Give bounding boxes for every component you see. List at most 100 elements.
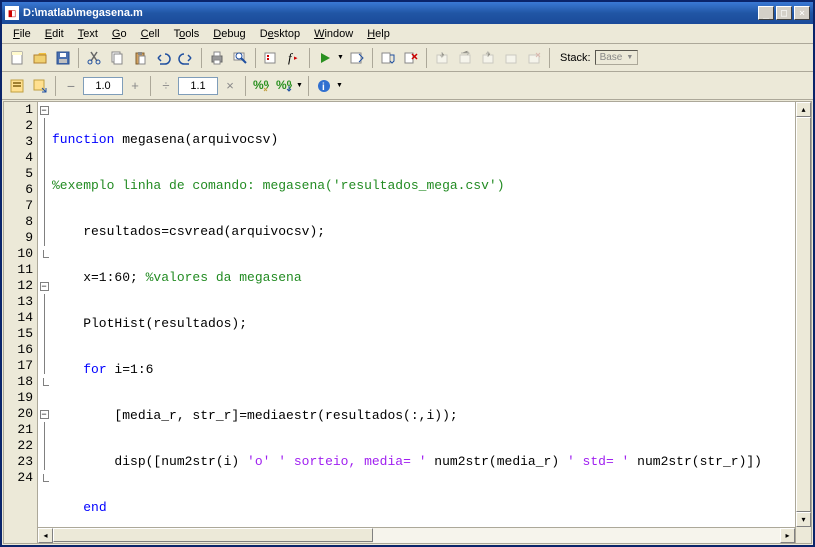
open-file-button[interactable] bbox=[29, 47, 51, 69]
toolbar-cell: − + ÷ × %% %% ▼ i ▼ bbox=[2, 72, 813, 100]
run-dropdown-icon[interactable]: ▼ bbox=[337, 54, 345, 61]
line-number[interactable]: 24 bbox=[4, 470, 33, 486]
save-file-button[interactable] bbox=[52, 47, 74, 69]
menu-text[interactable]: Text bbox=[71, 26, 105, 42]
line-number[interactable]: 21 bbox=[4, 422, 33, 438]
horizontal-scrollbar[interactable]: ◂ ▸ bbox=[38, 527, 795, 543]
menubar: File Edit Text Go Cell Tools Debug Deskt… bbox=[2, 24, 813, 44]
scroll-track[interactable] bbox=[373, 528, 780, 543]
step-button[interactable] bbox=[377, 47, 399, 69]
insert-text-markup-button[interactable]: %% bbox=[273, 75, 295, 97]
toolbar-separator bbox=[549, 48, 550, 68]
stack-selector[interactable]: Base▼ bbox=[595, 50, 639, 65]
line-number[interactable]: 20 bbox=[4, 406, 33, 422]
line-number[interactable]: 2 bbox=[4, 118, 33, 134]
markup-dropdown-icon[interactable]: ▼ bbox=[296, 82, 304, 89]
scroll-right-icon[interactable]: ▸ bbox=[780, 528, 795, 543]
line-number[interactable]: 12 bbox=[4, 278, 33, 294]
titlebar[interactable]: ◧ D:\matlab\megasena.m _ □ × bbox=[2, 2, 813, 24]
toolbar-separator bbox=[308, 76, 309, 96]
continue-button[interactable] bbox=[500, 47, 522, 69]
line-number[interactable]: 17 bbox=[4, 358, 33, 374]
chevron-down-icon: ▼ bbox=[626, 54, 633, 61]
menu-file[interactable]: File bbox=[6, 26, 38, 42]
paste-button[interactable] bbox=[129, 47, 151, 69]
cut-button[interactable] bbox=[83, 47, 105, 69]
line-number[interactable]: 18 bbox=[4, 374, 33, 390]
line-number[interactable]: 23 bbox=[4, 454, 33, 470]
menu-help[interactable]: Help bbox=[360, 26, 397, 42]
line-number[interactable]: 14 bbox=[4, 310, 33, 326]
scroll-up-icon[interactable]: ▴ bbox=[796, 102, 811, 117]
undo-button[interactable] bbox=[152, 47, 174, 69]
fold-toggle-icon[interactable]: − bbox=[40, 106, 49, 115]
fold-column: − − − bbox=[38, 102, 50, 543]
function-button[interactable]: f▸ bbox=[283, 47, 305, 69]
line-number[interactable]: 9 bbox=[4, 230, 33, 246]
line-number[interactable]: 13 bbox=[4, 294, 33, 310]
step-out-button[interactable] bbox=[477, 47, 499, 69]
redo-button[interactable] bbox=[175, 47, 197, 69]
scroll-track[interactable] bbox=[796, 117, 811, 512]
eval-cell-button[interactable] bbox=[6, 75, 28, 97]
line-number[interactable]: 4 bbox=[4, 150, 33, 166]
toolbar-separator bbox=[55, 76, 56, 96]
line-number[interactable]: 22 bbox=[4, 438, 33, 454]
clear-breakpoint-button[interactable] bbox=[400, 47, 422, 69]
line-number[interactable]: 10 bbox=[4, 246, 33, 262]
menu-tools[interactable]: Tools bbox=[167, 26, 207, 42]
line-number[interactable]: 6 bbox=[4, 182, 33, 198]
menu-go[interactable]: Go bbox=[105, 26, 134, 42]
toolbar-separator bbox=[150, 76, 151, 96]
insert-cell-break-button[interactable]: %% bbox=[250, 75, 272, 97]
close-button[interactable]: × bbox=[794, 6, 810, 20]
step-over-button[interactable] bbox=[454, 47, 476, 69]
toolbar-separator bbox=[309, 48, 310, 68]
scroll-thumb[interactable] bbox=[53, 528, 373, 542]
increment-button[interactable]: + bbox=[124, 75, 146, 97]
maximize-button[interactable]: □ bbox=[776, 6, 792, 20]
line-number[interactable]: 11 bbox=[4, 262, 33, 278]
fold-toggle-icon[interactable]: − bbox=[40, 410, 49, 419]
toolbar-separator bbox=[201, 48, 202, 68]
line-gutter[interactable]: 1 2 3 4 5 6 7 8 9 10 11 12 13 14 15 16 1… bbox=[4, 102, 38, 543]
line-number[interactable]: 7 bbox=[4, 198, 33, 214]
menu-debug[interactable]: Debug bbox=[206, 26, 252, 42]
line-number[interactable]: 16 bbox=[4, 342, 33, 358]
line-number[interactable]: 8 bbox=[4, 214, 33, 230]
menu-edit[interactable]: Edit bbox=[38, 26, 71, 42]
divide-button[interactable]: ÷ bbox=[155, 75, 177, 97]
run-button[interactable] bbox=[314, 47, 336, 69]
menu-window[interactable]: Window bbox=[307, 26, 360, 42]
toolbar-separator bbox=[255, 48, 256, 68]
print-button[interactable] bbox=[206, 47, 228, 69]
find-button[interactable] bbox=[229, 47, 251, 69]
increment-value-input[interactable] bbox=[83, 77, 123, 95]
minimize-button[interactable]: _ bbox=[758, 6, 774, 20]
new-file-button[interactable] bbox=[6, 47, 28, 69]
scroll-left-icon[interactable]: ◂ bbox=[38, 528, 53, 543]
multiply-value-input[interactable] bbox=[178, 77, 218, 95]
menu-desktop[interactable]: Desktop bbox=[253, 26, 307, 42]
copy-button[interactable] bbox=[106, 47, 128, 69]
decrement-button[interactable]: − bbox=[60, 75, 82, 97]
show-cell-info-button[interactable]: i bbox=[313, 75, 335, 97]
line-number[interactable]: 1 bbox=[4, 102, 33, 118]
fold-toggle-icon[interactable]: − bbox=[40, 282, 49, 291]
set-breakpoint-button[interactable] bbox=[260, 47, 282, 69]
line-number[interactable]: 19 bbox=[4, 390, 33, 406]
line-number[interactable]: 5 bbox=[4, 166, 33, 182]
line-number[interactable]: 3 bbox=[4, 134, 33, 150]
window-title: D:\matlab\megasena.m bbox=[23, 7, 758, 19]
scroll-down-icon[interactable]: ▾ bbox=[796, 512, 811, 527]
step-in-button[interactable] bbox=[431, 47, 453, 69]
menu-cell[interactable]: Cell bbox=[134, 26, 167, 42]
info-dropdown-icon[interactable]: ▼ bbox=[336, 82, 344, 89]
line-number[interactable]: 15 bbox=[4, 326, 33, 342]
vertical-scrollbar[interactable]: ▴ ▾ bbox=[795, 102, 811, 543]
run-advance-button[interactable] bbox=[346, 47, 368, 69]
code-text-area[interactable]: function megasena(arquivocsv) %exemplo l… bbox=[50, 102, 795, 543]
exit-debug-button[interactable] bbox=[523, 47, 545, 69]
multiply-button[interactable]: × bbox=[219, 75, 241, 97]
eval-cell-advance-button[interactable] bbox=[29, 75, 51, 97]
